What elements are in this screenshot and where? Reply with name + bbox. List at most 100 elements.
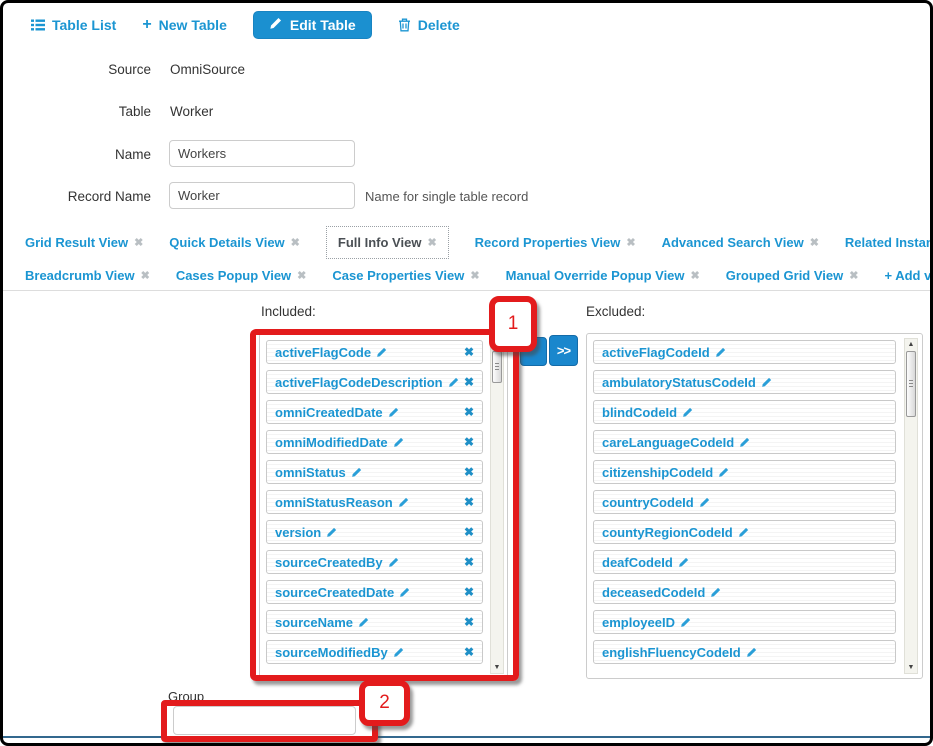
scroll-up-icon[interactable]: ▲ xyxy=(905,339,917,350)
field-name: sourceCreatedBy xyxy=(275,555,383,570)
edit-pencil-icon[interactable] xyxy=(351,467,362,478)
edit-pencil-icon[interactable] xyxy=(388,557,399,568)
add-view-button[interactable]: + Add view ▼ xyxy=(884,268,933,283)
edit-pencil-icon[interactable] xyxy=(376,347,387,358)
remove-view-icon[interactable]: ✖ xyxy=(427,236,436,249)
excluded-field-item[interactable]: activeFlagCodeId xyxy=(593,340,896,364)
view-tab[interactable]: Breadcrumb View ✖ xyxy=(25,268,150,283)
table-label: Table xyxy=(3,104,151,119)
included-field-item[interactable]: sourceCreatedDate ✖ xyxy=(266,580,483,604)
edit-pencil-icon[interactable] xyxy=(710,587,721,598)
edit-pencil-icon[interactable] xyxy=(682,407,693,418)
remove-field-icon[interactable]: ✖ xyxy=(464,405,474,419)
included-field-item[interactable]: activeFlagCode ✖ xyxy=(266,340,483,364)
edit-pencil-icon[interactable] xyxy=(399,587,410,598)
included-field-item[interactable]: sourceModifiedBy ✖ xyxy=(266,640,483,664)
remove-field-icon[interactable]: ✖ xyxy=(464,375,474,389)
excluded-list: activeFlagCodeId ambulatoryStatusCodeId xyxy=(586,333,923,679)
remove-view-icon[interactable]: ✖ xyxy=(849,269,858,282)
edit-pencil-icon[interactable] xyxy=(393,437,404,448)
included-field-item[interactable]: omniStatus ✖ xyxy=(266,460,483,484)
bottom-border-line xyxy=(3,736,930,738)
scroll-down-icon[interactable]: ▼ xyxy=(491,662,503,673)
remove-field-icon[interactable]: ✖ xyxy=(464,555,474,569)
new-table-button[interactable]: + New Table xyxy=(142,17,227,33)
remove-field-icon[interactable]: ✖ xyxy=(464,525,474,539)
view-tab[interactable]: Quick Details View ✖ xyxy=(169,235,300,250)
remove-view-icon[interactable]: ✖ xyxy=(141,269,150,282)
excluded-field-item[interactable]: countryCodeId xyxy=(593,490,896,514)
excluded-scrollbar[interactable]: ▲ ▼ xyxy=(904,338,918,674)
view-tab[interactable]: Advanced Search View ✖ xyxy=(662,235,819,250)
edit-pencil-icon[interactable] xyxy=(739,437,750,448)
name-input[interactable] xyxy=(169,140,355,167)
edit-pencil-icon[interactable] xyxy=(761,377,772,388)
included-field-item[interactable]: version ✖ xyxy=(266,520,483,544)
included-field-item[interactable]: omniModifiedDate ✖ xyxy=(266,430,483,454)
remove-field-icon[interactable]: ✖ xyxy=(464,495,474,509)
group-input[interactable] xyxy=(173,706,356,735)
included-field-item[interactable]: sourceCreatedBy ✖ xyxy=(266,550,483,574)
included-field-item[interactable]: omniCreatedDate ✖ xyxy=(266,400,483,424)
edit-pencil-icon[interactable] xyxy=(715,347,726,358)
edit-pencil-icon[interactable] xyxy=(448,377,459,388)
view-tab[interactable]: Grouped Grid View ✖ xyxy=(726,268,859,283)
record-name-input[interactable] xyxy=(169,182,355,209)
view-tab-selected[interactable]: Full Info View ✖ xyxy=(326,226,449,259)
remove-view-icon[interactable]: ✖ xyxy=(691,269,700,282)
remove-view-icon[interactable]: ✖ xyxy=(297,269,306,282)
view-tab[interactable]: Grid Result View ✖ xyxy=(25,235,143,250)
view-tab[interactable]: Record Properties View ✖ xyxy=(475,235,636,250)
edit-table-button[interactable]: Edit Table xyxy=(253,11,372,39)
excluded-field-item[interactable]: citizenshipCodeId xyxy=(593,460,896,484)
view-tab[interactable]: Case Properties View ✖ xyxy=(332,268,479,283)
scroll-down-icon[interactable]: ▼ xyxy=(905,662,917,673)
remove-view-icon[interactable]: ✖ xyxy=(810,236,819,249)
included-field-item[interactable]: activeFlagCodeDescription ✖ xyxy=(266,370,483,394)
field-name: ambulatoryStatusCodeId xyxy=(602,375,756,390)
delete-button[interactable]: Delete xyxy=(398,17,460,33)
scroll-up-icon[interactable]: ▲ xyxy=(491,339,503,350)
remove-field-icon[interactable]: ✖ xyxy=(464,615,474,629)
remove-view-icon[interactable]: ✖ xyxy=(626,236,635,249)
remove-view-icon[interactable]: ✖ xyxy=(291,236,300,249)
excluded-field-item[interactable]: careLanguageCodeId xyxy=(593,430,896,454)
edit-pencil-icon[interactable] xyxy=(746,647,757,658)
move-right-button[interactable]: >> xyxy=(549,335,578,366)
excluded-field-item[interactable]: employeeID xyxy=(593,610,896,634)
view-tab[interactable]: Manual Override Popup View ✖ xyxy=(506,268,700,283)
remove-field-icon[interactable]: ✖ xyxy=(464,345,474,359)
included-field-item[interactable]: sourceName ✖ xyxy=(266,610,483,634)
field-name: version xyxy=(275,525,321,540)
scrollbar-thumb[interactable] xyxy=(492,351,502,383)
move-left-button[interactable] xyxy=(520,337,547,366)
excluded-field-item[interactable]: deafCodeId xyxy=(593,550,896,574)
remove-field-icon[interactable]: ✖ xyxy=(464,465,474,479)
table-list-button[interactable]: Table List xyxy=(31,17,116,33)
excluded-field-item[interactable]: ambulatoryStatusCodeId xyxy=(593,370,896,394)
excluded-field-item[interactable]: deceasedCodeId xyxy=(593,580,896,604)
scrollbar-thumb[interactable] xyxy=(906,351,916,417)
remove-view-icon[interactable]: ✖ xyxy=(134,236,143,249)
edit-pencil-icon[interactable] xyxy=(358,617,369,628)
remove-field-icon[interactable]: ✖ xyxy=(464,435,474,449)
included-scrollbar[interactable]: ▲ ▼ xyxy=(490,338,504,674)
remove-view-icon[interactable]: ✖ xyxy=(470,269,479,282)
edit-pencil-icon[interactable] xyxy=(699,497,710,508)
included-field-item[interactable]: omniStatusReason ✖ xyxy=(266,490,483,514)
remove-field-icon[interactable]: ✖ xyxy=(464,645,474,659)
edit-pencil-icon[interactable] xyxy=(326,527,337,538)
edit-pencil-icon[interactable] xyxy=(678,557,689,568)
excluded-field-item[interactable]: englishFluencyCodeId xyxy=(593,640,896,664)
excluded-field-item[interactable]: countyRegionCodeId xyxy=(593,520,896,544)
remove-field-icon[interactable]: ✖ xyxy=(464,585,474,599)
view-tab[interactable]: Cases Popup View ✖ xyxy=(176,268,307,283)
edit-pencil-icon[interactable] xyxy=(398,497,409,508)
view-tab[interactable]: Related Instances View ✖ xyxy=(845,235,933,250)
edit-pencil-icon[interactable] xyxy=(738,527,749,538)
edit-pencil-icon[interactable] xyxy=(680,617,691,628)
edit-pencil-icon[interactable] xyxy=(393,647,404,658)
edit-pencil-icon[interactable] xyxy=(388,407,399,418)
excluded-field-item[interactable]: blindCodeId xyxy=(593,400,896,424)
edit-pencil-icon[interactable] xyxy=(718,467,729,478)
